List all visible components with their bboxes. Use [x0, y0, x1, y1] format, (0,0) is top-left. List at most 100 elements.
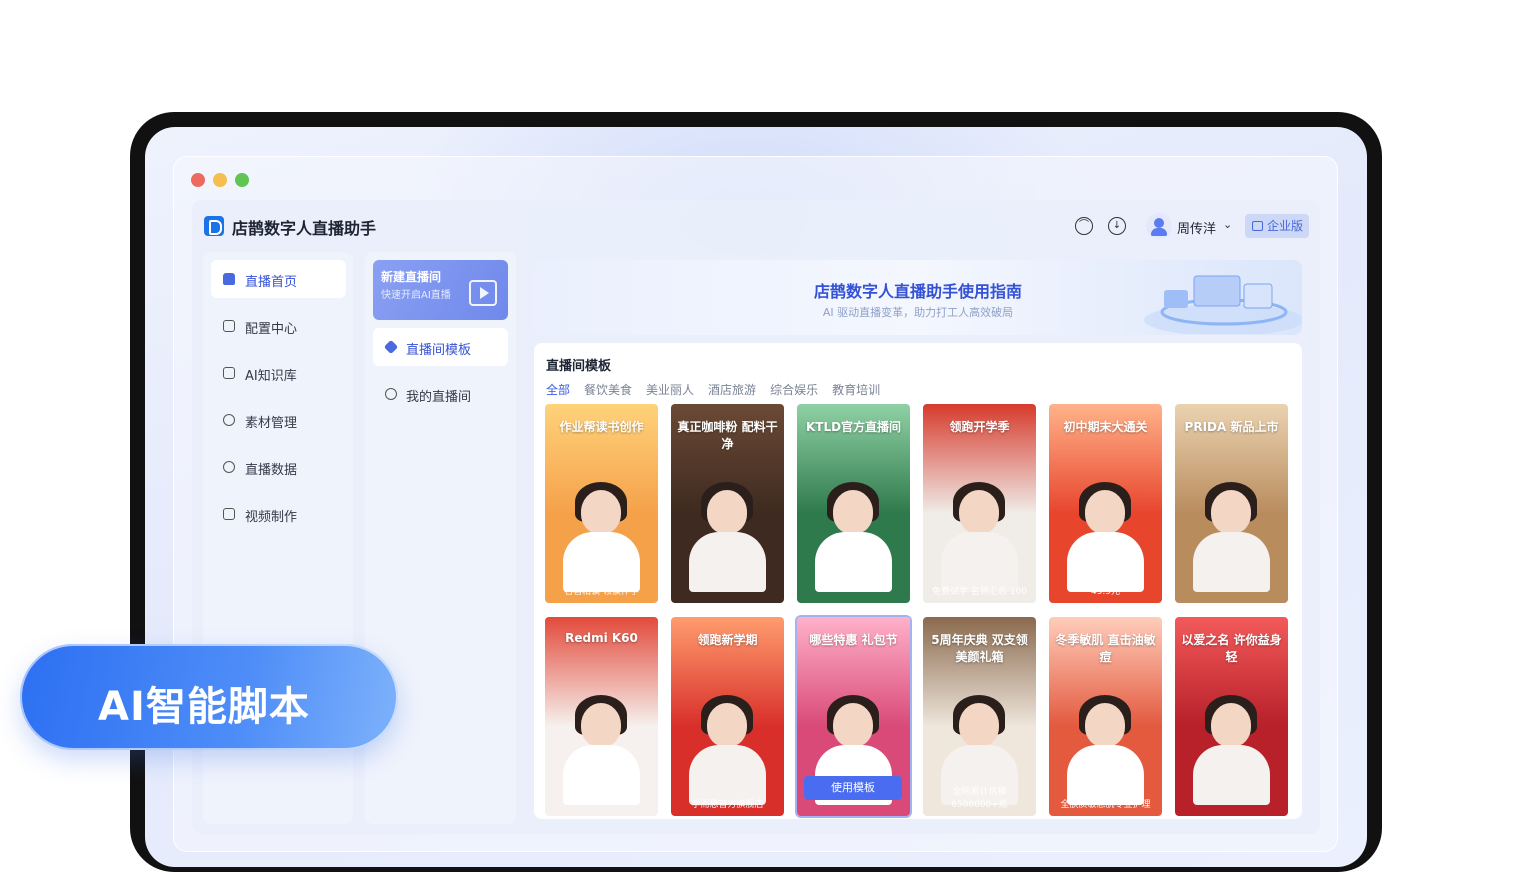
video-icon	[223, 508, 235, 520]
template-card-title: 哪些特惠 礼包节	[809, 633, 898, 647]
presenter-body	[1193, 532, 1270, 592]
template-card[interactable]: 5周年庆典 双支领美颜礼箱全网累计热销6500000+瓶	[923, 617, 1036, 816]
presenter-face	[1085, 490, 1125, 534]
presenter-body	[563, 745, 640, 805]
section-title: 直播间模板	[546, 359, 612, 374]
new-live-title: 新建直播间	[381, 270, 442, 284]
ai-script-label: AI智能脚本	[98, 684, 310, 730]
tab-education[interactable]: 教育培训	[832, 381, 880, 398]
template-card[interactable]: KTLD官方直播间	[797, 404, 910, 603]
presenter-body	[941, 532, 1018, 592]
template-card-title: 领跑开学季	[949, 420, 1010, 434]
user-name[interactable]: 周传洋	[1177, 218, 1216, 237]
tab-beauty[interactable]: 美业丽人	[646, 381, 694, 398]
material-icon	[223, 414, 235, 426]
template-card-title: KTLD官方直播间	[805, 420, 902, 434]
presenter-face	[581, 490, 621, 534]
presenter-face	[1085, 703, 1125, 747]
template-card-caption: 全网累计热销6500000+瓶	[951, 787, 1008, 810]
presenter-face	[959, 703, 999, 747]
template-card[interactable]: 以爱之名 许你益身轻	[1175, 617, 1288, 816]
template-card-title: 5周年庆典 双支领美颜礼箱	[931, 633, 1028, 664]
top-bar: 店鹊数字人直播助手 ⌒ ↓ 周传洋 ⌄ 企业版	[192, 200, 1320, 252]
template-card-caption: 学而思官方旗舰店	[691, 800, 764, 810]
sidebar-item-home[interactable]: 直播首页	[211, 260, 346, 298]
template-card-title: 作业帮读书创作	[559, 420, 644, 434]
guide-illustration-icon	[1144, 275, 1302, 334]
sub-panel: 新建直播间 快速开启AI直播 直播间模板 我的直播间	[365, 252, 516, 824]
enterprise-icon	[1252, 221, 1263, 231]
sidebar-item-video[interactable]: 视频制作	[211, 495, 346, 533]
template-card[interactable]: 初中期末大通关 49.9元	[1049, 404, 1162, 603]
presenter-face	[707, 703, 747, 747]
presenter-face	[833, 703, 873, 747]
minimize-dot[interactable]	[213, 173, 227, 187]
user-circle-icon	[385, 388, 397, 400]
tab-travel[interactable]: 酒店旅游	[708, 381, 756, 398]
inbox-icon	[223, 367, 235, 379]
presenter-body	[563, 532, 640, 592]
template-card[interactable]: 领跑新学期学而思官方旗舰店	[671, 617, 784, 816]
sub-item-templates[interactable]: 直播间模板	[373, 328, 508, 366]
app-logo-icon	[204, 216, 224, 236]
template-card[interactable]: 作业帮读书创作名著精读 领读伴学	[545, 404, 658, 603]
sidebar-item-knowledge[interactable]: AI知识库	[211, 354, 346, 392]
use-template-button[interactable]: 使用模板	[804, 776, 902, 800]
template-card[interactable]: Redmi K60	[545, 617, 658, 816]
template-card-caption: 全肤质敏感肌专业护理	[1060, 800, 1151, 810]
download-icon[interactable]: ↓	[1108, 217, 1126, 235]
chart-icon	[223, 461, 235, 473]
sidebar-item-data[interactable]: 直播数据	[211, 448, 346, 486]
template-card[interactable]: 真正咖啡粉 配料干净	[671, 404, 784, 603]
sub-item-my-live[interactable]: 我的直播间	[373, 375, 508, 413]
presenter-face	[959, 490, 999, 534]
sidebar-item-label: 配置中心	[245, 322, 298, 337]
template-card-title: 冬季敏肌 直击油敏痘	[1055, 633, 1156, 664]
maximize-dot[interactable]	[235, 173, 249, 187]
sidebar-item-label: 视频制作	[245, 510, 298, 525]
sidebar-item-label: 素材管理	[245, 416, 298, 431]
sidebar-item-config[interactable]: 配置中心	[211, 307, 346, 345]
presenter-face	[707, 490, 747, 534]
presenter-face	[1211, 490, 1251, 534]
sidebar-item-label: AI知识库	[245, 369, 297, 384]
template-card-caption: 免费试学 名师汇总 100	[932, 587, 1027, 597]
template-card-title: 真正咖啡粉 配料干净	[677, 420, 778, 451]
enterprise-badge[interactable]: 企业版	[1245, 214, 1309, 238]
presenter-face	[833, 490, 873, 534]
presenter-face	[581, 703, 621, 747]
presenter-body	[1067, 532, 1144, 592]
template-card[interactable]: 冬季敏肌 直击油敏痘全肤质敏感肌专业护理	[1049, 617, 1162, 816]
template-section: 直播间模板 全部 餐饮美食 美业丽人 酒店旅游 综合娱乐 教育培训 作业帮读书创…	[534, 343, 1302, 819]
tab-all[interactable]: 全部	[546, 381, 570, 398]
template-card[interactable]: 领跑开学季免费试学 名师汇总 100	[923, 404, 1036, 603]
template-icon	[383, 339, 399, 355]
ai-script-banner: AI智能脚本	[20, 644, 398, 750]
presenter-face	[1211, 703, 1251, 747]
avatar[interactable]	[1146, 213, 1172, 239]
template-card[interactable]: 哪些特惠 礼包节使用模板	[797, 617, 910, 816]
tab-food[interactable]: 餐饮美食	[584, 381, 632, 398]
tab-entertainment[interactable]: 综合娱乐	[770, 381, 818, 398]
new-live-subtitle: 快速开启AI直播	[381, 290, 451, 301]
template-card-title: 以爱之名 许你益身轻	[1181, 633, 1282, 664]
presenter-body	[1067, 745, 1144, 805]
template-card[interactable]: PRIDA 新品上市	[1175, 404, 1288, 603]
template-card-caption: 名著精读 领读伴学	[564, 587, 639, 597]
guide-banner[interactable]: 店鹊数字人直播助手使用指南 AI 驱动直播变革，助力打工人高效破局	[534, 260, 1302, 335]
close-dot[interactable]	[191, 173, 205, 187]
presenter-body	[815, 532, 892, 592]
chevron-down-icon[interactable]: ⌄	[1223, 218, 1232, 231]
sidebar-item-materials[interactable]: 素材管理	[211, 401, 346, 439]
window-controls	[191, 173, 249, 187]
template-card-title: 领跑新学期	[697, 633, 758, 647]
sub-item-label: 直播间模板	[406, 343, 472, 358]
sidebar-item-label: 直播首页	[245, 275, 298, 290]
template-card-title: Redmi K60	[565, 631, 638, 645]
presenter-body	[1193, 745, 1270, 805]
app-title: 店鹊数字人直播助手	[232, 219, 377, 238]
new-live-button[interactable]: 新建直播间 快速开启AI直播	[373, 260, 508, 320]
headset-icon[interactable]: ⌒	[1075, 217, 1093, 235]
presenter-body	[689, 532, 766, 592]
grid-icon	[223, 320, 235, 332]
